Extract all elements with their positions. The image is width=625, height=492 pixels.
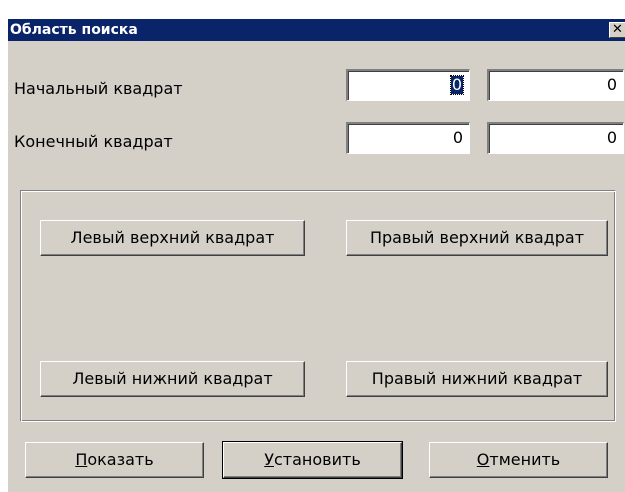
show-label: оказать	[87, 450, 154, 469]
end-square-label: Конечный квадрат	[14, 132, 173, 151]
set-hotkey: У	[264, 450, 274, 469]
start-x-value: 0	[449, 75, 465, 95]
end-y-field[interactable]: 0	[487, 122, 624, 154]
start-y-field[interactable]: 0	[487, 69, 624, 101]
cancel-hotkey: О	[476, 450, 490, 469]
start-x-field[interactable]: 0	[346, 69, 470, 101]
search-area-dialog: Область поиска ✕ Начальный квадрат 0 0 К…	[7, 18, 625, 492]
start-square-label: Начальный квадрат	[14, 79, 183, 98]
top-right-corner-button[interactable]: Правый верхний квадрат	[346, 220, 608, 256]
cancel-label: тменить	[489, 450, 561, 469]
set-button[interactable]: Установить	[222, 441, 403, 479]
title-bar[interactable]: Область поиска ✕	[8, 19, 625, 41]
end-x-field[interactable]: 0	[346, 122, 470, 154]
bottom-right-corner-button[interactable]: Правый нижний квадрат	[346, 361, 608, 397]
bottom-left-corner-button[interactable]: Левый нижний квадрат	[40, 361, 305, 397]
top-left-corner-button[interactable]: Левый верхний квадрат	[40, 220, 305, 256]
close-icon: ✕	[612, 22, 623, 37]
dialog-title: Область поиска	[10, 22, 138, 38]
cancel-button[interactable]: Отменить	[429, 442, 608, 478]
show-button[interactable]: Показать	[25, 442, 204, 478]
show-hotkey: П	[75, 450, 88, 469]
corner-group: Левый верхний квадрат Правый верхний ква…	[20, 190, 616, 422]
set-label: становить	[274, 450, 361, 469]
close-button[interactable]: ✕	[609, 22, 625, 38]
